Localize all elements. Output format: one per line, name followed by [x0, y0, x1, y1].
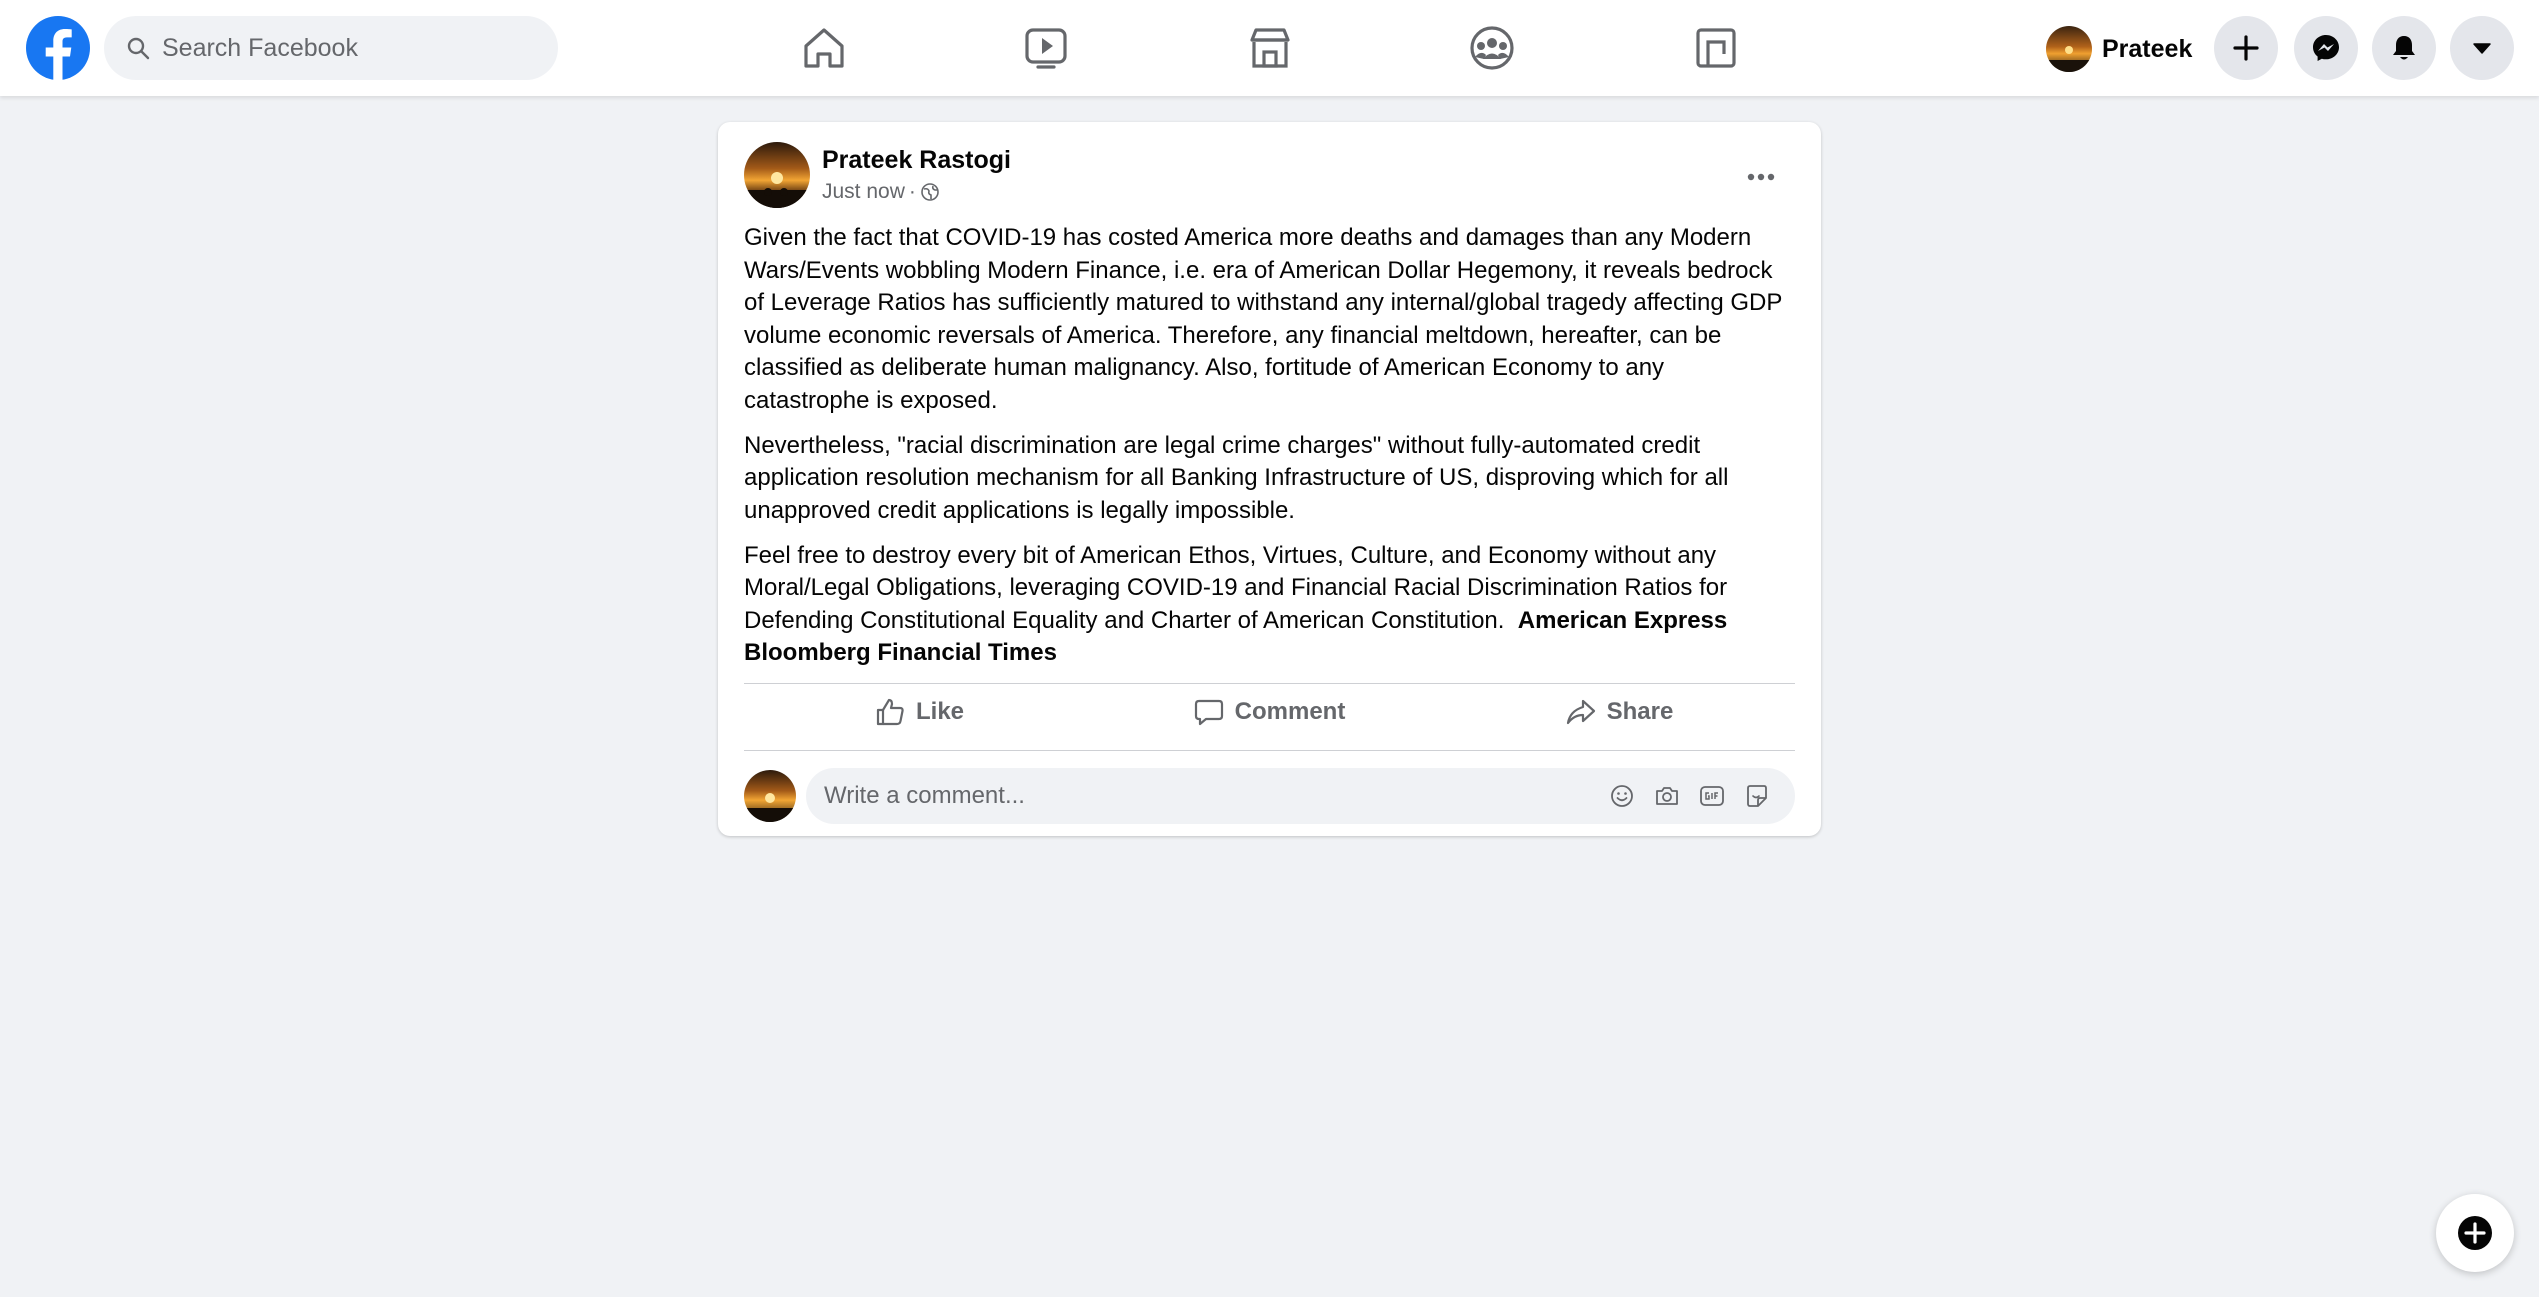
notifications-button[interactable] — [2372, 16, 2436, 80]
notifications-bell-icon — [2393, 36, 2415, 60]
post-paragraph: Nevertheless, "racial discrimination are… — [744, 431, 1729, 524]
messenger-button[interactable] — [2294, 16, 2358, 80]
post-author-name[interactable]: Prateek Rastogi — [822, 146, 1011, 175]
post-author-avatar[interactable] — [744, 142, 810, 208]
post-card: Prateek Rastogi Just now · Given the fac… — [718, 122, 1821, 836]
avatar — [2046, 26, 2092, 72]
new-message-plus-icon — [2458, 1216, 2492, 1250]
search-input[interactable]: Search Facebook — [162, 16, 358, 80]
search-box[interactable]: Search Facebook — [104, 16, 558, 80]
divider — [744, 750, 1795, 751]
meta-separator: · — [908, 180, 916, 203]
tag-link[interactable]: American Express — [1518, 607, 1727, 634]
share-label: Share — [1606, 698, 1674, 725]
comment-input[interactable]: Write a comment... — [806, 768, 1795, 824]
like-thumb-icon — [876, 698, 904, 726]
comment-label: Comment — [1234, 698, 1346, 725]
tag-link[interactable]: Financial Times — [877, 639, 1057, 666]
share-button[interactable]: Share — [1444, 684, 1794, 740]
top-navigation-bar: Search Facebook Prateek — [0, 0, 2539, 96]
share-arrow-icon — [1566, 699, 1595, 725]
tag-link[interactable]: Bloomberg — [744, 639, 871, 666]
like-label: Like — [915, 698, 965, 725]
profile-shortcut[interactable]: Prateek — [2038, 20, 2206, 78]
profile-name: Prateek — [2102, 34, 2193, 63]
post-meta: Just now · — [822, 180, 940, 204]
create-plus-icon — [2233, 35, 2259, 61]
comment-composer: Write a comment... — [744, 768, 1795, 824]
sticker-icon[interactable] — [1743, 782, 1771, 810]
new-message-button[interactable] — [2436, 1194, 2514, 1272]
gaming-icon[interactable] — [1690, 22, 1742, 74]
globe-icon — [921, 183, 939, 201]
camera-icon[interactable] — [1653, 782, 1681, 810]
search-icon — [127, 37, 150, 60]
post-timestamp[interactable]: Just now — [822, 180, 905, 204]
avatar — [744, 770, 796, 822]
post-options-button[interactable] — [1740, 156, 1782, 198]
create-button[interactable] — [2214, 16, 2278, 80]
messenger-icon — [2313, 35, 2339, 61]
comment-button[interactable]: Comment — [1094, 684, 1444, 740]
like-button[interactable]: Like — [744, 684, 1094, 740]
gif-icon[interactable] — [1698, 782, 1726, 810]
post-paragraph: Given the fact that COVID-19 has costed … — [744, 224, 1782, 414]
comment-bubble-icon — [1194, 699, 1223, 726]
account-caret-icon — [2473, 43, 2491, 54]
post-text: Given the fact that COVID-19 has costed … — [744, 222, 1794, 682]
post-paragraph: Feel free to destroy every bit of Americ… — [744, 540, 1794, 670]
groups-icon[interactable] — [1466, 22, 1518, 74]
more-options-icon — [1747, 173, 1775, 181]
marketplace-icon[interactable] — [1244, 22, 1296, 74]
home-icon[interactable] — [798, 22, 850, 74]
watch-icon[interactable] — [1020, 22, 1072, 74]
comment-placeholder: Write a comment... — [824, 782, 1025, 809]
facebook-logo-icon[interactable] — [26, 16, 90, 80]
emoji-icon[interactable] — [1608, 782, 1636, 810]
account-menu-button[interactable] — [2450, 16, 2514, 80]
